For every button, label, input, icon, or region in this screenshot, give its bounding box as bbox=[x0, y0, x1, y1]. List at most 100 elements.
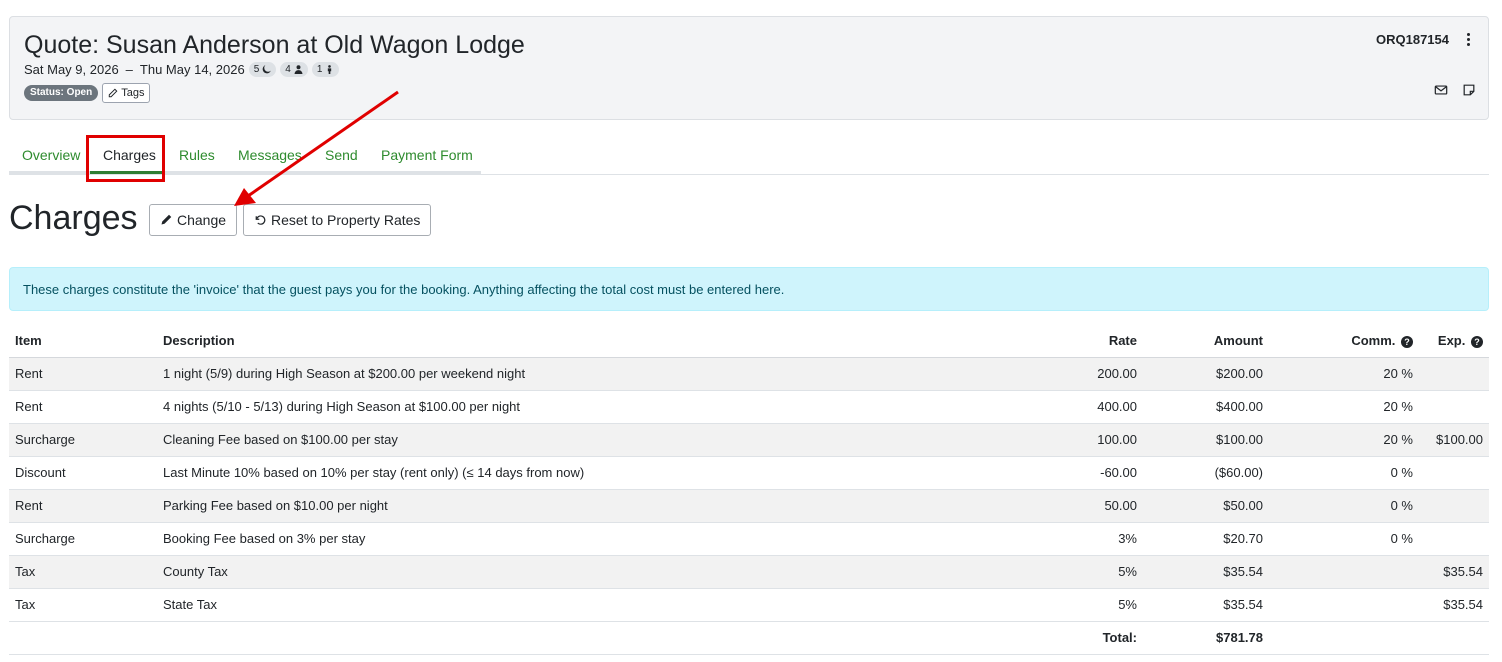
tab-bar: Overview Charges Rules Messages Send Pay… bbox=[9, 135, 1489, 175]
reset-button[interactable]: Reset to Property Rates bbox=[243, 204, 432, 236]
total-row: Total: $781.78 bbox=[9, 621, 1489, 655]
charges-table: Item Description Rate Amount Comm. ? Exp… bbox=[9, 324, 1489, 655]
table-row: Tax State Tax 5% $35.54 $35.54 bbox=[9, 588, 1489, 622]
child-icon bbox=[328, 65, 332, 74]
tab-messages[interactable]: Messages bbox=[238, 147, 302, 163]
stay-dates: Sat May 9, 2026 – Thu May 14, 2026 5 4 1 bbox=[24, 62, 340, 77]
cell-comm: 20 % bbox=[1269, 423, 1419, 457]
cell-exp bbox=[1419, 357, 1489, 391]
page-title: Quote: Susan Anderson at Old Wagon Lodge bbox=[24, 31, 525, 59]
cell-rate: 5% bbox=[1007, 588, 1143, 622]
cell-amount: ($60.00) bbox=[1143, 456, 1269, 490]
info-alert: These charges constitute the 'invoice' t… bbox=[9, 267, 1489, 311]
col-amount: Amount bbox=[1143, 324, 1269, 358]
cell-item: Surcharge bbox=[9, 522, 157, 556]
cell-description: 4 nights (5/10 - 5/13) during High Seaso… bbox=[157, 390, 1007, 424]
pencil-icon bbox=[109, 88, 118, 98]
undo-icon bbox=[255, 215, 266, 225]
cell-amount: $400.00 bbox=[1143, 390, 1269, 424]
table-row: Rent 1 night (5/9) during High Season at… bbox=[9, 357, 1489, 391]
kebab-menu-icon[interactable] bbox=[1462, 31, 1474, 47]
cell-exp bbox=[1419, 522, 1489, 556]
start-date: Sat May 9, 2026 bbox=[24, 62, 119, 77]
note-icon[interactable] bbox=[1462, 83, 1476, 97]
col-comm: Comm. ? bbox=[1269, 324, 1419, 358]
cell-amount: $35.54 bbox=[1143, 588, 1269, 622]
cell-item: Surcharge bbox=[9, 423, 157, 457]
cell-rate: 100.00 bbox=[1007, 423, 1143, 457]
cell-description: 1 night (5/9) during High Season at $200… bbox=[157, 357, 1007, 391]
end-date: Thu May 14, 2026 bbox=[139, 62, 245, 77]
nights-count: 5 bbox=[253, 64, 260, 75]
cell-item: Discount bbox=[9, 456, 157, 490]
col-exp: Exp. ? bbox=[1419, 324, 1489, 358]
table-header-row: Item Description Rate Amount Comm. ? Exp… bbox=[9, 324, 1489, 358]
cell-comm bbox=[1269, 555, 1419, 589]
col-rate: Rate bbox=[1007, 324, 1143, 358]
status-badge: Status: Open bbox=[24, 85, 99, 101]
tab-list: Overview Charges Rules Messages Send Pay… bbox=[9, 135, 481, 174]
change-label: Change bbox=[177, 212, 227, 228]
cell-exp bbox=[1419, 390, 1489, 424]
cell-amount: $100.00 bbox=[1143, 423, 1269, 457]
change-button[interactable]: Change bbox=[149, 204, 238, 236]
tags-button[interactable]: Tags bbox=[102, 83, 151, 103]
cell-rate: 200.00 bbox=[1007, 357, 1143, 391]
col-item: Item bbox=[9, 324, 157, 358]
nights-badge: 5 bbox=[248, 62, 277, 77]
envelope-icon[interactable] bbox=[1434, 83, 1448, 97]
cell-item: Rent bbox=[9, 357, 157, 391]
cell-rate: -60.00 bbox=[1007, 456, 1143, 490]
table-row: Surcharge Booking Fee based on 3% per st… bbox=[9, 522, 1489, 556]
cell-rate: 400.00 bbox=[1007, 390, 1143, 424]
cell-item: Tax bbox=[9, 588, 157, 622]
table-row: Tax County Tax 5% $35.54 $35.54 bbox=[9, 555, 1489, 589]
date-separator: – bbox=[125, 62, 133, 77]
cell-item: Rent bbox=[9, 489, 157, 523]
cell-description: Cleaning Fee based on $100.00 per stay bbox=[157, 423, 1007, 457]
tab-overview[interactable]: Overview bbox=[22, 147, 80, 163]
tab-send[interactable]: Send bbox=[325, 147, 358, 163]
tab-payment-form[interactable]: Payment Form bbox=[381, 147, 473, 163]
cell-amount: $200.00 bbox=[1143, 357, 1269, 391]
table-row: Surcharge Cleaning Fee based on $100.00 … bbox=[9, 423, 1489, 457]
reset-label: Reset to Property Rates bbox=[271, 212, 421, 228]
cell-comm: 0 % bbox=[1269, 522, 1419, 556]
col-exp-label: Exp. bbox=[1437, 332, 1466, 348]
adults-count: 4 bbox=[285, 64, 291, 75]
moon-icon bbox=[262, 65, 272, 74]
person-icon bbox=[294, 65, 303, 74]
cell-rate: 5% bbox=[1007, 555, 1143, 589]
cell-rate: 3% bbox=[1007, 522, 1143, 556]
table-row: Discount Last Minute 10% based on 10% pe… bbox=[9, 456, 1489, 490]
cell-description: County Tax bbox=[157, 555, 1007, 589]
cell-description: State Tax bbox=[157, 588, 1007, 622]
cell-item: Tax bbox=[9, 555, 157, 589]
cell-description: Parking Fee based on $10.00 per night bbox=[157, 489, 1007, 523]
cell-comm: 0 % bbox=[1269, 456, 1419, 490]
question-circle-icon[interactable]: ? bbox=[1471, 335, 1483, 348]
quote-header: Quote: Susan Anderson at Old Wagon Lodge… bbox=[9, 16, 1489, 120]
cell-comm: 0 % bbox=[1269, 489, 1419, 523]
cell-exp: $35.54 bbox=[1419, 588, 1489, 622]
cell-comm: 20 % bbox=[1269, 390, 1419, 424]
cell-exp: $100.00 bbox=[1419, 423, 1489, 457]
cell-description: Booking Fee based on 3% per stay bbox=[157, 522, 1007, 556]
status-row: Status: Open Tags bbox=[24, 83, 151, 103]
cell-rate: 50.00 bbox=[1007, 489, 1143, 523]
tags-label: Tags bbox=[121, 87, 145, 99]
cell-exp: $35.54 bbox=[1419, 555, 1489, 589]
table-row: Rent 4 nights (5/10 - 5/13) during High … bbox=[9, 390, 1489, 424]
pencil-icon bbox=[161, 214, 172, 225]
tab-rules[interactable]: Rules bbox=[179, 147, 215, 163]
cell-description: Last Minute 10% based on 10% per stay (r… bbox=[157, 456, 1007, 490]
adults-badge: 4 bbox=[280, 62, 308, 77]
cell-amount: $35.54 bbox=[1143, 555, 1269, 589]
cell-amount: $50.00 bbox=[1143, 489, 1269, 523]
quote-id: ORQ187154 bbox=[1376, 32, 1449, 47]
cell-exp bbox=[1419, 489, 1489, 523]
col-comm-label: Comm. bbox=[1351, 332, 1396, 348]
children-badge: 1 bbox=[311, 62, 340, 77]
cell-comm bbox=[1269, 588, 1419, 622]
question-circle-icon[interactable]: ? bbox=[1401, 335, 1413, 348]
